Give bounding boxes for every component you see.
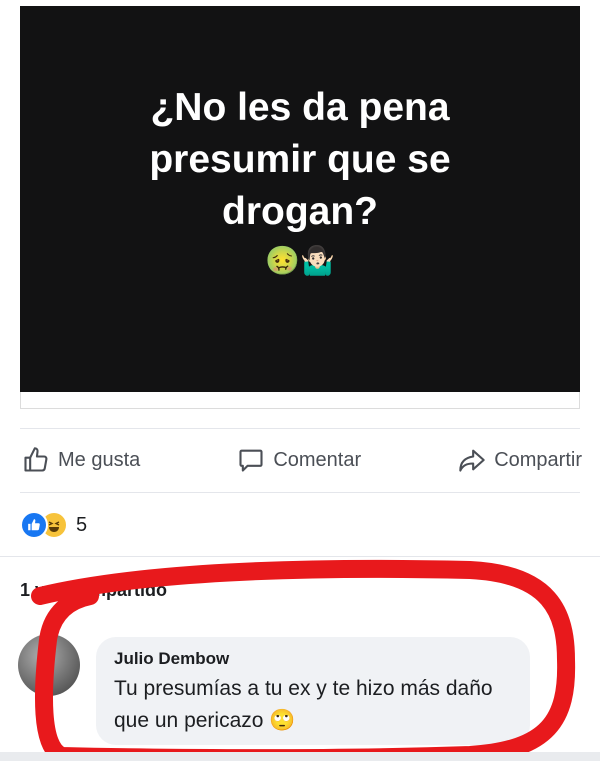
comment-text: Tu presumías a tu ex y te hizo más daño … <box>114 677 493 732</box>
post-image-emojis: 🤢🤷🏻‍♂️ <box>265 244 335 276</box>
post-actions-bar: Me gusta Comentar Compartir <box>22 440 582 480</box>
like-button-label: Me gusta <box>58 448 141 471</box>
share-count[interactable]: 1 vez compartido <box>20 580 167 601</box>
divider <box>20 492 580 493</box>
post-image-footer <box>20 392 580 409</box>
thumbs-up-icon <box>24 447 48 472</box>
post-image-text: ¿No les da pena presumir que se drogan? <box>149 85 451 233</box>
bottom-divider <box>0 752 600 761</box>
divider <box>20 428 580 429</box>
comment-button-label: Comentar <box>273 448 362 471</box>
speech-bubble-icon <box>239 449 263 472</box>
reaction-count: 5 <box>76 513 88 536</box>
share-button[interactable]: Compartir <box>458 446 582 474</box>
divider <box>0 556 600 557</box>
avatar[interactable] <box>18 634 80 696</box>
share-button-label: Compartir <box>494 448 582 471</box>
post-image[interactable]: ¿No les da pena presumir que se drogan? … <box>20 6 580 392</box>
like-button[interactable]: Me gusta <box>22 446 140 474</box>
like-reaction-icon <box>20 511 48 539</box>
share-arrow-icon <box>459 449 485 472</box>
comment-button[interactable]: Comentar <box>237 446 361 474</box>
reactions-summary[interactable]: 5 <box>20 511 87 539</box>
comment-bubble: Julio Dembow Tu presumías a tu ex y te h… <box>96 637 530 745</box>
comment-author[interactable]: Julio Dembow <box>114 649 512 669</box>
